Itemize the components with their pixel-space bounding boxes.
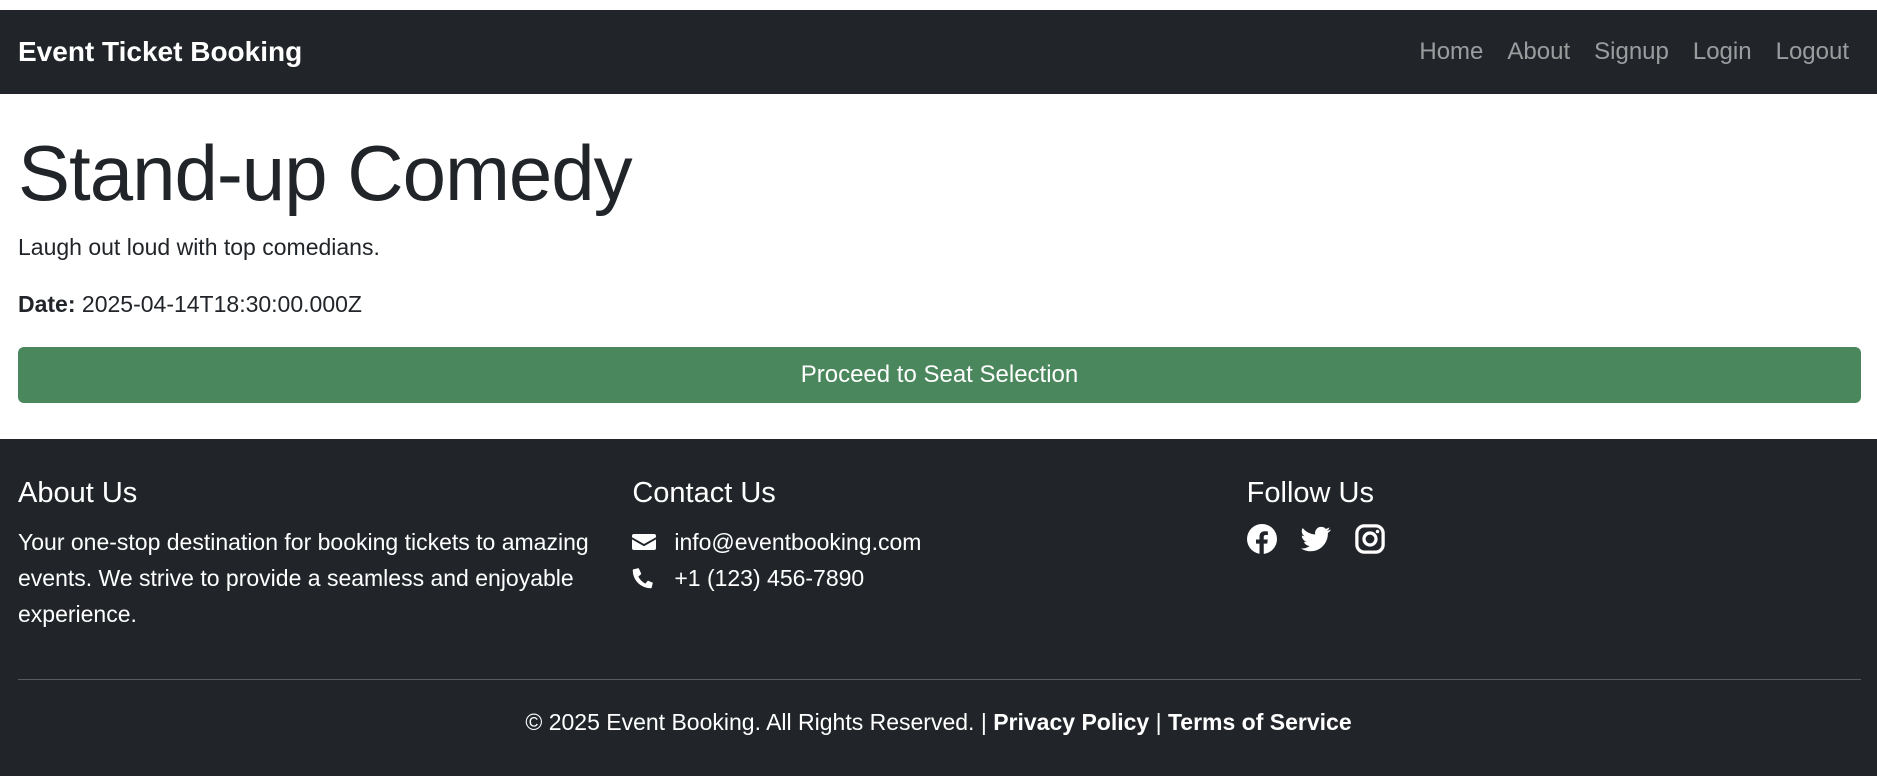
- phone-icon: [632, 567, 674, 589]
- footer-about: About Us Your one-stop destination for b…: [18, 477, 632, 632]
- contact-email-row: info@eventbooking.com: [632, 524, 1246, 560]
- nav-link-signup[interactable]: Signup: [1582, 38, 1681, 66]
- footer: About Us Your one-stop destination for b…: [0, 439, 1877, 776]
- privacy-policy-link[interactable]: Privacy Policy: [993, 709, 1149, 735]
- footer-separator: |: [1155, 709, 1162, 735]
- nav-links: Home About Signup Login Logout: [1407, 38, 1859, 66]
- nav-link-about[interactable]: About: [1495, 38, 1582, 66]
- about-text: Your one-stop destination for booking ti…: [18, 529, 589, 627]
- nav-link-login[interactable]: Login: [1681, 38, 1764, 66]
- event-title: Stand-up Comedy: [18, 129, 633, 217]
- bottom-strip: [0, 776, 1877, 784]
- follow-heading: Follow Us: [1246, 477, 1374, 509]
- about-heading: About Us: [18, 477, 138, 509]
- top-strip: [0, 0, 1877, 10]
- footer-bottom: © 2025 Event Booking. All Rights Reserve…: [0, 709, 1877, 736]
- navbar: Event Ticket Booking Home About Signup L…: [0, 10, 1877, 94]
- proceed-to-seat-selection-button[interactable]: Proceed to Seat Selection: [18, 347, 1861, 403]
- brand-link[interactable]: Event Ticket Booking: [18, 36, 302, 68]
- event-details: Stand-up Comedy Laugh out loud with top …: [18, 94, 1861, 403]
- event-date: Date: 2025-04-14T18:30:00.000Z: [18, 291, 1861, 318]
- terms-of-service-link[interactable]: Terms of Service: [1168, 709, 1352, 735]
- footer-columns: About Us Your one-stop destination for b…: [18, 477, 1861, 632]
- footer-divider: [18, 679, 1861, 680]
- date-label: Date:: [18, 291, 76, 317]
- nav-link-logout[interactable]: Logout: [1764, 38, 1859, 66]
- envelope-icon: [632, 532, 674, 552]
- event-description: Laugh out loud with top comedians.: [18, 234, 380, 260]
- contact-phone-row: +1 (123) 456-7890: [632, 560, 1246, 596]
- footer-contact: Contact Us info@eventbooking.com +1 (123…: [632, 477, 1246, 632]
- copyright-text: © 2025 Event Booking. All Rights Reserve…: [525, 709, 987, 735]
- instagram-icon[interactable]: [1354, 524, 1385, 554]
- contact-email: info@eventbooking.com: [674, 528, 922, 555]
- social-links: [1246, 524, 1861, 554]
- facebook-icon[interactable]: [1246, 524, 1277, 554]
- contact-heading: Contact Us: [632, 477, 776, 509]
- date-value: 2025-04-14T18:30:00.000Z: [81, 291, 362, 317]
- twitter-icon[interactable]: [1300, 524, 1331, 554]
- footer-follow: Follow Us: [1246, 477, 1861, 632]
- contact-phone: +1 (123) 456-7890: [674, 564, 865, 591]
- nav-link-home[interactable]: Home: [1407, 38, 1495, 66]
